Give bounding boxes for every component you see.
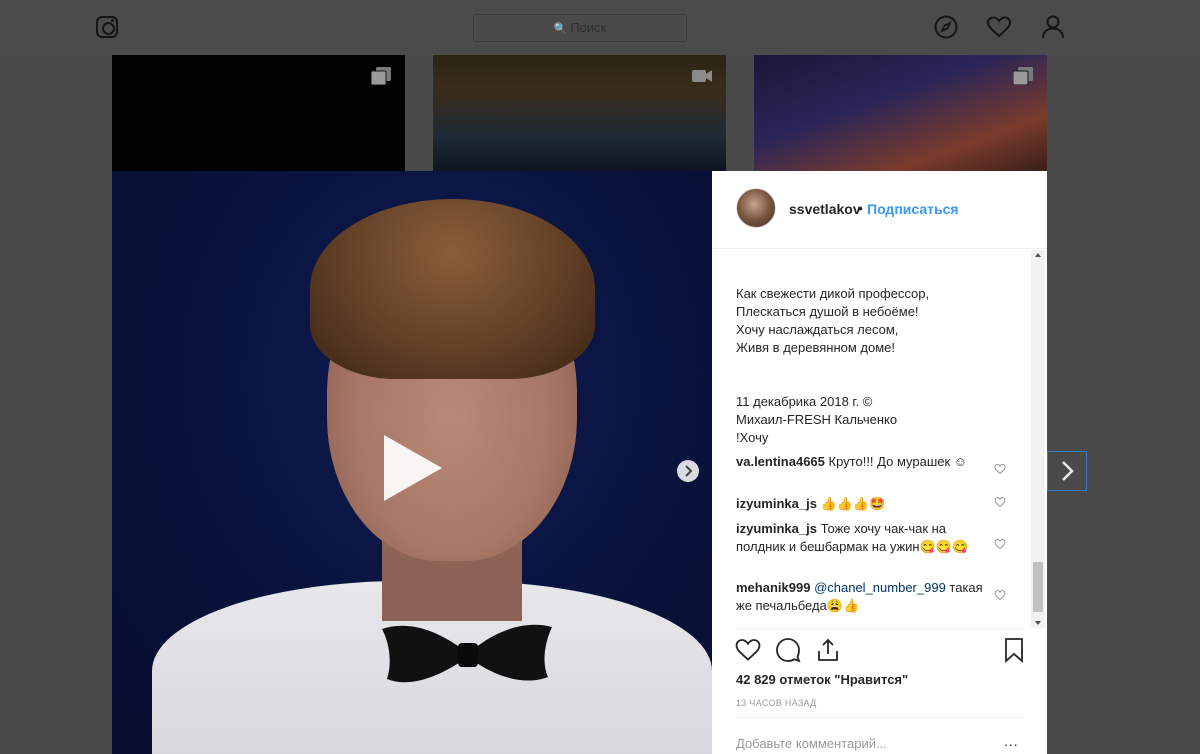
scroll-down-arrow-icon[interactable] [1035, 621, 1041, 625]
scrollbar-thumb[interactable] [1033, 562, 1043, 612]
comment-text: 👍👍👍🤩 [820, 496, 886, 511]
grid-post-thumbnail[interactable] [754, 55, 1047, 171]
comment-item: izyuminka_js Тоже хочу чак-чак на полдни… [736, 520, 986, 556]
post-username[interactable]: ssvetlakov [789, 201, 861, 217]
instagram-icon[interactable] [96, 16, 118, 38]
video-frame-bowtie [382, 624, 552, 683]
comment-like-icon[interactable] [994, 589, 1006, 601]
bookmark-icon[interactable] [1001, 637, 1027, 663]
search-icon: 🔍 [553, 23, 568, 35]
chevron-right-icon [1062, 461, 1074, 481]
comment-username[interactable]: va.lentina4665 [736, 454, 825, 469]
multiple-photos-icon [371, 67, 391, 85]
compass-icon[interactable] [933, 14, 959, 40]
post-header: ssvetlakov • Подписаться [712, 171, 1047, 249]
comments-scrollbar[interactable] [1031, 250, 1045, 628]
post-side-panel: ssvetlakov • Подписаться Как свежести ди… [712, 171, 1047, 754]
chevron-right-icon [685, 465, 693, 477]
comment-mention[interactable]: @chanel_number_999 [814, 580, 946, 595]
comment-like-icon[interactable] [994, 538, 1006, 550]
user-icon[interactable] [1040, 14, 1066, 40]
post-caption: Как свежести дикой профессор, Плескаться… [736, 286, 930, 445]
heart-icon[interactable] [986, 14, 1012, 40]
separator-dot: • [858, 200, 863, 216]
more-options-icon[interactable]: ... [1004, 733, 1019, 749]
likes-count[interactable]: 42 829 отметок "Нравится" [736, 672, 908, 687]
play-icon[interactable] [384, 435, 442, 501]
like-icon[interactable] [735, 637, 761, 663]
multiple-photos-icon [1013, 67, 1033, 85]
grid-post-thumbnail[interactable] [112, 55, 405, 171]
divider [736, 628, 1023, 629]
search-input[interactable]: 🔍 Поиск [473, 14, 687, 42]
video-frame-hair [310, 199, 595, 379]
comment-username[interactable]: mehanik999 [736, 580, 810, 595]
avatar[interactable] [736, 188, 776, 228]
comment-username[interactable]: izyuminka_js [736, 521, 817, 536]
divider [736, 717, 1023, 718]
next-post-button[interactable] [1047, 451, 1087, 491]
top-nav: 🔍 Поиск [0, 0, 1200, 55]
comments-list[interactable]: Как свежести дикой профессор, Плескаться… [712, 250, 1047, 628]
comment-like-icon[interactable] [994, 496, 1006, 508]
post-timestamp[interactable]: 13 часов назад [736, 698, 817, 708]
comment-username[interactable]: izyuminka_js [736, 496, 817, 511]
comment-item: izyuminka_js 👍👍👍🤩 [736, 495, 986, 513]
follow-button[interactable]: Подписаться [867, 201, 959, 217]
search-placeholder: Поиск [570, 20, 607, 35]
comment-text: Круто!!! До мурашек ☺ [828, 454, 968, 469]
comment-icon[interactable] [775, 637, 801, 663]
grid-post-thumbnail[interactable] [433, 55, 726, 171]
comment-like-icon[interactable] [994, 463, 1006, 475]
next-media-button[interactable] [677, 460, 699, 482]
video-camera-icon [692, 70, 712, 82]
comment-item: va.lentina4665 Круто!!! До мурашек ☺ [736, 453, 986, 471]
share-icon[interactable] [815, 637, 841, 663]
scroll-up-arrow-icon[interactable] [1035, 253, 1041, 257]
comment-item: mehanik999 @chanel_number_999 такая же п… [736, 579, 986, 615]
post-video[interactable] [112, 171, 712, 754]
add-comment-input[interactable]: Добавьте комментарий... [736, 736, 887, 751]
